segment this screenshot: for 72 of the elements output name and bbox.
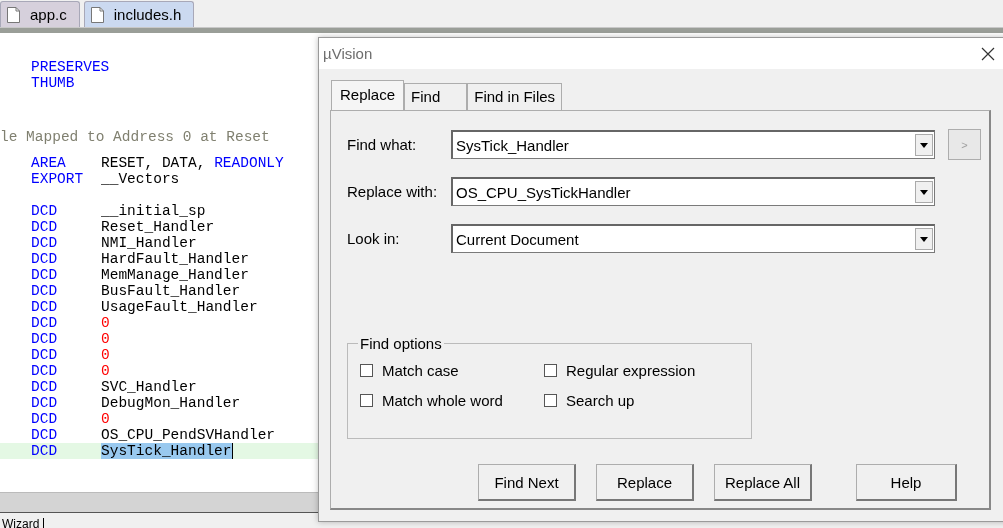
dialog-tab[interactable]: Replace xyxy=(331,80,405,111)
code-keyword: PRESERVES xyxy=(30,59,110,75)
dropdown-button[interactable] xyxy=(915,181,933,203)
document-icon xyxy=(90,6,104,23)
code-text: MemManage_Handler xyxy=(101,267,249,283)
code-keyword: DCD xyxy=(30,251,59,267)
code-text: NMI_Handler xyxy=(101,235,197,251)
code-keyword: DCD xyxy=(30,283,59,299)
code-keyword: DCD xyxy=(30,235,59,251)
code-keyword: DCD xyxy=(30,411,59,427)
code-text: SVC_Handler xyxy=(101,379,197,395)
code-keyword: DCD xyxy=(30,315,59,331)
checkbox[interactable] xyxy=(360,394,373,407)
code-keyword: DCD xyxy=(30,443,59,459)
checkbox-label: Regular expression xyxy=(566,362,696,379)
code-keyword: DCD xyxy=(30,427,59,443)
code-text: __Vectors xyxy=(101,171,180,187)
file-tab[interactable]: includes.h xyxy=(83,1,195,27)
code-keyword: THUMB xyxy=(30,75,76,91)
code-text: OS_CPU_PendSVHandler xyxy=(101,427,276,443)
code-text: 0 xyxy=(101,411,110,427)
code-keyword: AREA xyxy=(30,155,67,171)
code-text: UsageFault_Handler xyxy=(101,299,258,315)
selected-code-text: SysTick_Handler xyxy=(101,443,233,459)
field-label: Find what: xyxy=(347,136,418,153)
bottom-tab[interactable]: Wizard xyxy=(2,518,45,528)
checkbox-label: Match whole word xyxy=(382,392,503,409)
dialog-button[interactable]: Replace All xyxy=(714,464,812,501)
code-keyword: DCD xyxy=(30,379,59,395)
file-tab[interactable]: app.c xyxy=(0,1,80,27)
combo-field[interactable]: Current Document xyxy=(451,224,935,253)
dialog-tab[interactable]: Find xyxy=(404,83,468,110)
window-title: µVision xyxy=(323,45,373,62)
document-icon xyxy=(7,6,20,23)
code-keyword: DCD xyxy=(30,395,59,411)
close-icon[interactable] xyxy=(981,46,995,61)
code-text: __initial_sp xyxy=(101,203,206,219)
dialog-button[interactable]: Replace xyxy=(596,464,694,501)
code-text: HardFault_Handler xyxy=(101,251,249,267)
checkbox-label: Search up xyxy=(566,392,635,409)
code-keyword: DCD xyxy=(30,363,59,379)
code-text: 0 xyxy=(101,363,110,379)
group-title: Find options xyxy=(359,335,443,352)
code-keyword: DCD xyxy=(30,267,59,283)
checkbox[interactable] xyxy=(544,394,557,407)
field-label: Look in: xyxy=(347,230,401,247)
combo-field[interactable]: OS_CPU_SysTickHandler xyxy=(451,177,935,206)
checkbox[interactable] xyxy=(544,364,557,377)
code-text: 0 xyxy=(101,331,110,347)
code-text: RESET, DATA, xyxy=(101,155,207,171)
code-text: 0 xyxy=(101,315,110,331)
checkbox[interactable] xyxy=(360,364,373,377)
code-keyword: DCD xyxy=(30,299,59,315)
code-text: BusFault_Handler xyxy=(101,283,241,299)
code-keyword: DCD xyxy=(30,347,59,363)
combo-field[interactable]: SysTick_Handler xyxy=(451,130,935,159)
field-label: Replace with: xyxy=(347,183,439,200)
code-text: READONLY xyxy=(214,155,284,171)
dropdown-button[interactable] xyxy=(915,228,933,250)
code-keyword: DCD xyxy=(30,203,59,219)
code-text: 0 xyxy=(101,347,110,363)
code-text: DebugMon_Handler xyxy=(101,395,241,411)
dropdown-button[interactable] xyxy=(915,134,933,156)
code-keyword: DCD xyxy=(30,331,59,347)
dialog-button[interactable]: Help xyxy=(856,464,957,501)
code-keyword: DCD xyxy=(30,219,59,235)
code-keyword: EXPORT xyxy=(30,171,85,187)
dialog-tab[interactable]: Find in Files xyxy=(467,83,563,110)
code-comment: le Mapped to Address 0 at Reset xyxy=(0,129,270,145)
dialog-button[interactable]: Find Next xyxy=(478,464,576,501)
checkbox-label: Match case xyxy=(382,362,459,379)
code-text: Reset_Handler xyxy=(101,219,215,235)
